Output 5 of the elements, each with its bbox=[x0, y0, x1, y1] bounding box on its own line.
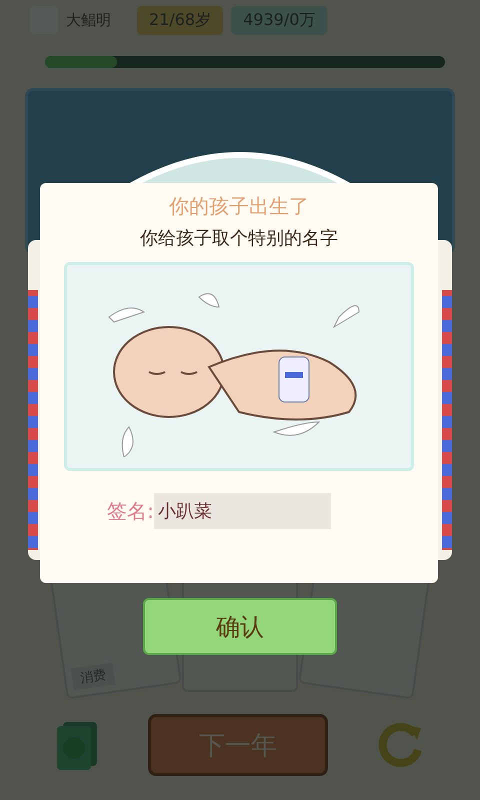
name-field[interactable]: 小趴菜 bbox=[154, 493, 331, 529]
name-label: 签名: bbox=[107, 498, 154, 524]
dialog-title: 你的孩子出生了 bbox=[169, 193, 309, 220]
confirm-button[interactable]: 确认 bbox=[143, 598, 337, 655]
dialog-subtitle: 你给孩子取个特别的名字 bbox=[140, 227, 338, 250]
